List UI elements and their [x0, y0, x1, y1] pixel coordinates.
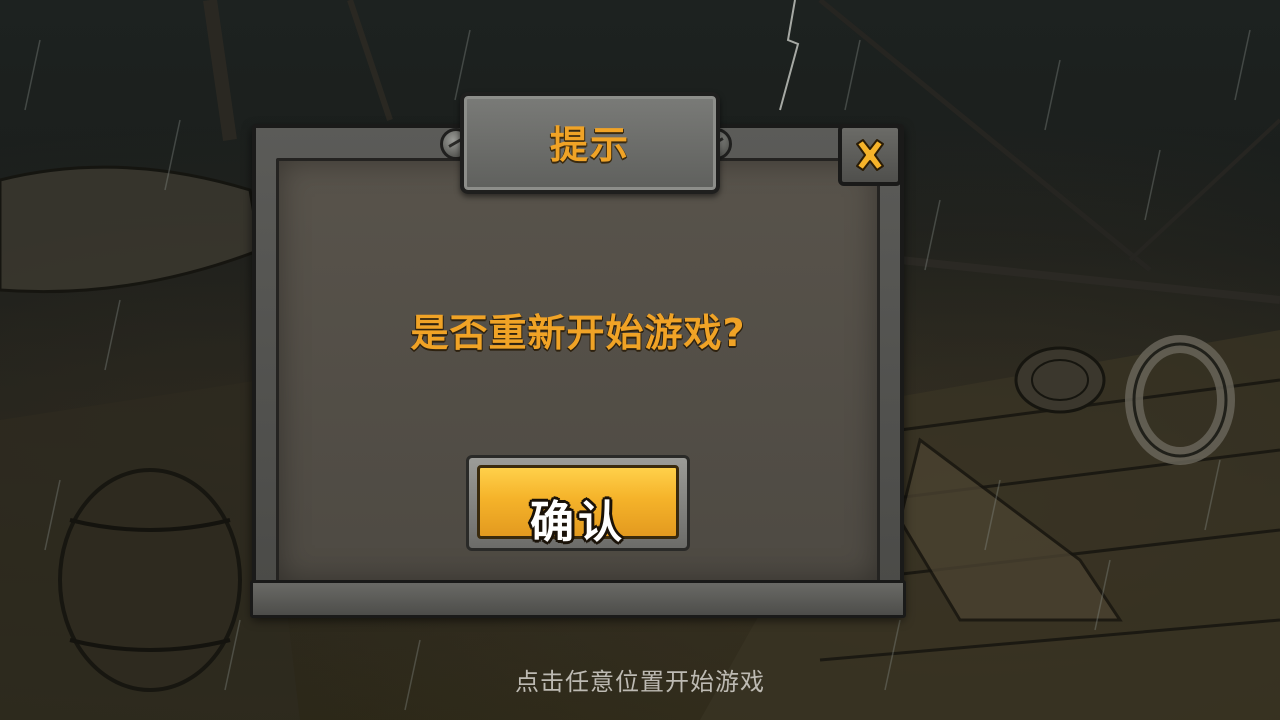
dialog-message: 是否重新开始游戏?: [410, 311, 746, 355]
dialog-title: 提示: [549, 123, 630, 167]
confirm-button-label: 确认: [530, 497, 626, 548]
game-scene[interactable]: 提示 是否重新开始游戏? 确认 点击任意位置开始游戏: [0, 0, 1280, 720]
close-icon: [856, 139, 884, 171]
dialog-title-plate: 提示: [460, 92, 720, 194]
confirm-button-face: 确认: [477, 465, 679, 548]
confirm-button[interactable]: 确认: [466, 455, 690, 551]
dialog-bottom-bar: [250, 580, 906, 618]
close-button[interactable]: [838, 124, 902, 186]
tap-to-start-hint: 点击任意位置开始游戏: [515, 668, 765, 696]
